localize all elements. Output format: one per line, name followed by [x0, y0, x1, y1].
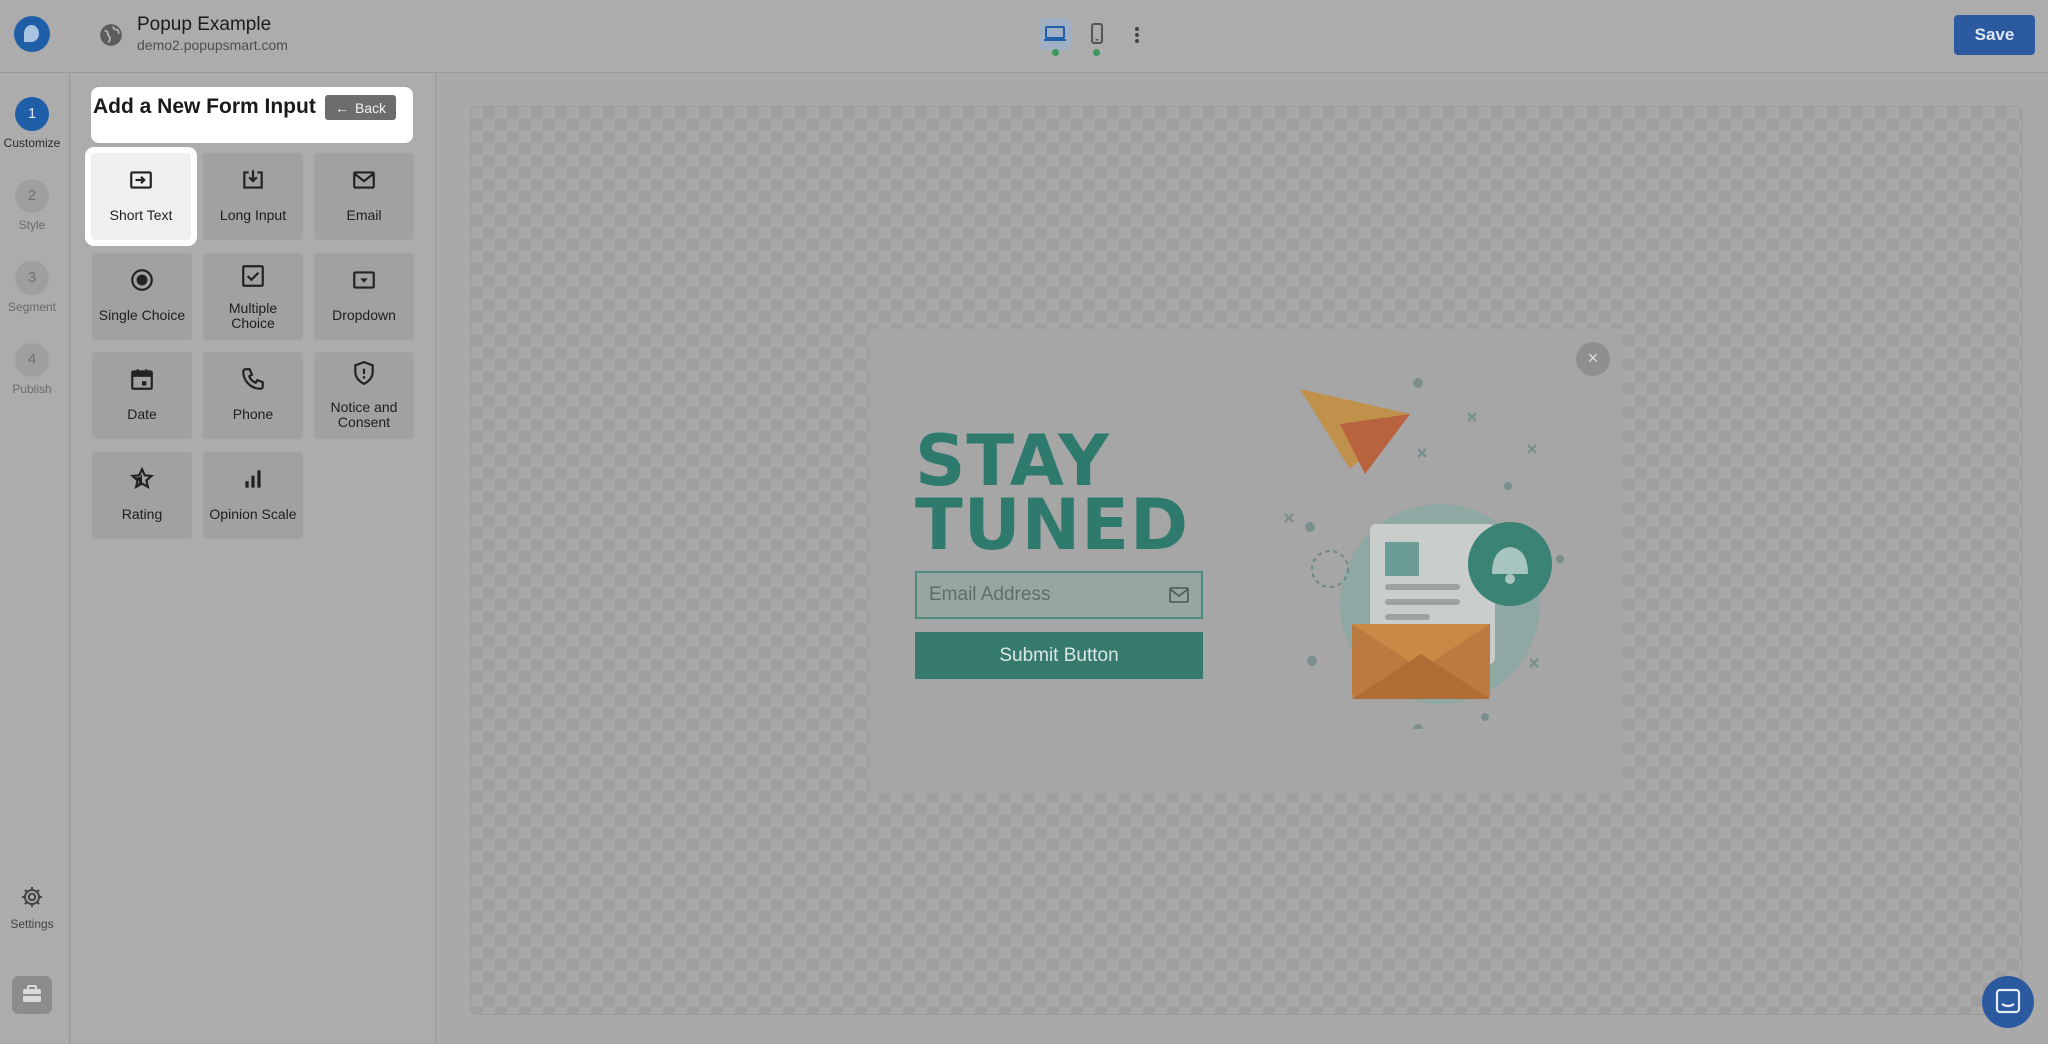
- tile-notice-consent[interactable]: Notice and Consent: [314, 352, 414, 439]
- save-button[interactable]: Save: [1954, 15, 2035, 55]
- mobile-icon: [1091, 23, 1103, 44]
- mobile-active-dot: [1093, 49, 1100, 56]
- long-input-icon: [243, 170, 263, 189]
- form-input-panel: Add a New Form Input ← Back Short Text Lo…: [71, 73, 436, 1044]
- newsletter-illustration: [1284, 378, 1564, 729]
- tile-multiple-choice[interactable]: Multiple Choice: [203, 253, 303, 340]
- more-options-icon[interactable]: [1126, 20, 1148, 50]
- desktop-active-dot: [1052, 49, 1059, 56]
- top-bar: Popup Example demo2.popupsmart.com Save: [0, 0, 2048, 73]
- email-icon: [353, 171, 375, 189]
- site-url: demo2.popupsmart.com: [137, 37, 288, 53]
- popup-headline[interactable]: STAY TUNED: [915, 426, 1190, 566]
- mail-icon: [1169, 587, 1189, 603]
- tile-short-text[interactable]: Short Text: [85, 147, 197, 246]
- submit-button[interactable]: Submit Button: [915, 632, 1203, 679]
- step-number: 4: [15, 343, 49, 377]
- tile-label: Opinion Scale: [209, 506, 297, 522]
- headline-line-2: TUNED: [915, 484, 1190, 566]
- step-label: Customize: [3, 136, 61, 150]
- tile-single-choice[interactable]: Single Choice: [92, 253, 192, 340]
- step-label: Style: [18, 218, 46, 232]
- step-number: 1: [15, 97, 49, 131]
- desktop-view-button[interactable]: [1039, 18, 1071, 50]
- step-number: 3: [15, 261, 49, 295]
- tile-phone[interactable]: Phone: [203, 352, 303, 439]
- mobile-view-button[interactable]: [1081, 18, 1113, 50]
- globe-icon: [100, 24, 122, 46]
- step-customize[interactable]: 1 Customize: [0, 97, 64, 150]
- step-segment[interactable]: 3 Segment: [0, 261, 64, 314]
- step-label: Segment: [7, 300, 57, 314]
- arrow-left-icon: ←: [334, 99, 349, 116]
- desktop-icon: [1044, 26, 1066, 41]
- tile-label: Short Text: [109, 207, 173, 223]
- bar-chart-icon: [245, 470, 261, 488]
- tile-label: Long Input: [219, 207, 287, 223]
- back-button[interactable]: ← Back: [325, 95, 396, 120]
- settings-button[interactable]: Settings: [0, 885, 64, 931]
- tile-short-text-inner: Short Text: [91, 153, 191, 240]
- radio-icon: [131, 269, 153, 291]
- short-text-icon: [130, 171, 152, 189]
- gear-icon: [22, 887, 42, 907]
- settings-label: Settings: [10, 917, 54, 931]
- tile-label: Email: [346, 207, 382, 223]
- popup-preview[interactable]: × STAY TUNED Email Address Submit Button: [870, 329, 1623, 793]
- shield-icon: [354, 361, 374, 386]
- popupsmart-logo[interactable]: [14, 16, 50, 52]
- step-label: Publish: [12, 382, 52, 396]
- email-placeholder: Email Address: [929, 584, 1051, 605]
- site-title: Popup Example: [137, 14, 272, 35]
- tile-label: Multiple Choice: [228, 300, 278, 331]
- step-publish[interactable]: 4 Publish: [0, 343, 64, 396]
- phone-icon: [242, 368, 264, 390]
- tile-date[interactable]: Date: [92, 352, 192, 439]
- chat-icon: [1995, 988, 2021, 1014]
- tile-opinion-scale[interactable]: Opinion Scale: [203, 452, 303, 539]
- briefcase-button[interactable]: [12, 976, 52, 1014]
- panel-title: Add a New Form Input: [93, 95, 316, 118]
- calendar-icon: [131, 369, 153, 390]
- tile-dropdown[interactable]: Dropdown: [314, 253, 414, 340]
- tile-label: Phone: [232, 406, 274, 422]
- step-number: 2: [15, 179, 49, 213]
- back-label: Back: [354, 99, 387, 116]
- panel-header: Add a New Form Input ← Back: [91, 87, 413, 143]
- chat-support-button[interactable]: [1982, 976, 2034, 1028]
- star-icon: [130, 466, 154, 490]
- tile-label: Rating: [121, 506, 163, 522]
- tile-label: Dropdown: [332, 307, 396, 323]
- tile-email[interactable]: Email: [314, 153, 414, 240]
- tile-label: Date: [127, 406, 157, 422]
- tile-rating[interactable]: Rating: [92, 452, 192, 539]
- steps-rail: 1 Customize 2 Style 3 Segment 4 Publish …: [0, 73, 70, 1044]
- tile-label: Notice and Consent: [330, 399, 398, 430]
- dropdown-icon: [353, 271, 375, 289]
- step-style[interactable]: 2 Style: [0, 179, 64, 232]
- tile-long-input[interactable]: Long Input: [203, 153, 303, 240]
- briefcase-icon: [23, 985, 41, 1002]
- tile-label: Single Choice: [98, 307, 186, 323]
- checkbox-icon: [242, 265, 264, 287]
- email-field[interactable]: Email Address: [915, 571, 1203, 619]
